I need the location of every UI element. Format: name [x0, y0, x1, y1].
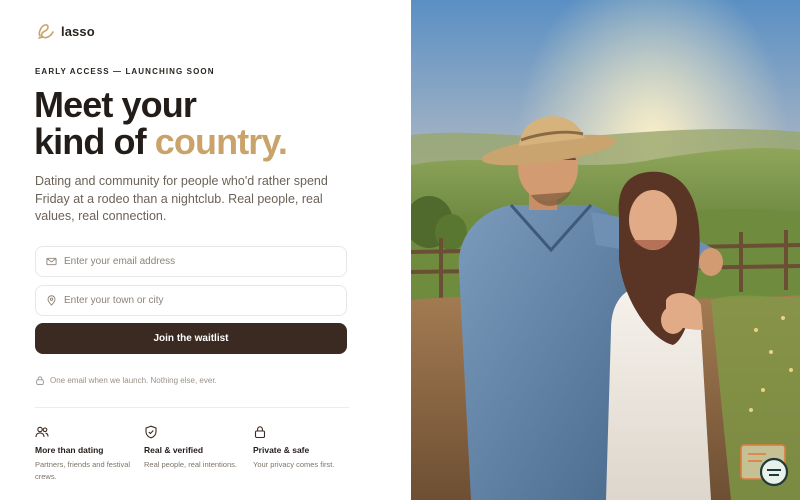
- users-icon: [35, 426, 49, 438]
- feature-title: More than dating: [35, 445, 104, 455]
- hero-photo-couple: [411, 0, 800, 500]
- map-pin-icon: [47, 295, 56, 306]
- town-input[interactable]: [64, 295, 334, 306]
- divider: [35, 407, 349, 408]
- feature-desc: Your privacy comes first.: [253, 460, 335, 469]
- privacy-note: One email when we launch. Nothing else, …: [36, 376, 217, 385]
- join-waitlist-button[interactable]: Join the waitlist: [35, 323, 347, 354]
- email-input[interactable]: [64, 256, 334, 267]
- hero-subtitle: Dating and community for people who'd ra…: [35, 174, 328, 223]
- brand-name: lasso: [61, 23, 95, 39]
- lock-icon: [254, 426, 266, 439]
- page-title: Meet your kind of country.: [34, 84, 288, 162]
- feature-desc: Real people, real intentions.: [144, 460, 237, 469]
- lasso-logo-icon: [38, 24, 54, 39]
- headline-line-1: Meet your: [34, 84, 197, 125]
- shield-check-icon: [145, 425, 157, 439]
- privacy-note-text: One email when we launch. Nothing else, …: [50, 376, 217, 385]
- feature-private-safe: Private & safe Your privacy comes first.: [253, 425, 353, 471]
- feature-title: Real & verified: [144, 445, 204, 455]
- chat-widget[interactable]: [740, 444, 790, 488]
- mail-icon: [46, 257, 57, 266]
- feature-desc: Partners, friends and festival crews.: [35, 460, 131, 481]
- feature-more-than-dating: More than dating Partners, friends and f…: [35, 425, 135, 483]
- hero-photo: [411, 0, 800, 500]
- feature-title: Private & safe: [253, 445, 310, 455]
- email-field[interactable]: [35, 246, 347, 277]
- headline-accent: country.: [154, 121, 288, 162]
- town-field[interactable]: [35, 285, 347, 316]
- headline-line-2: kind of: [34, 121, 155, 162]
- eyebrow-label: EARLY ACCESS — LAUNCHING SOON: [35, 67, 215, 76]
- signup-panel: lasso EARLY ACCESS — LAUNCHING SOON Meet…: [0, 0, 411, 500]
- lock-icon: [36, 376, 44, 385]
- chat-widget-icon: [740, 444, 789, 487]
- brand-logo[interactable]: lasso: [36, 21, 95, 41]
- feature-real-verified: Real & verified Real people, real intent…: [144, 425, 244, 471]
